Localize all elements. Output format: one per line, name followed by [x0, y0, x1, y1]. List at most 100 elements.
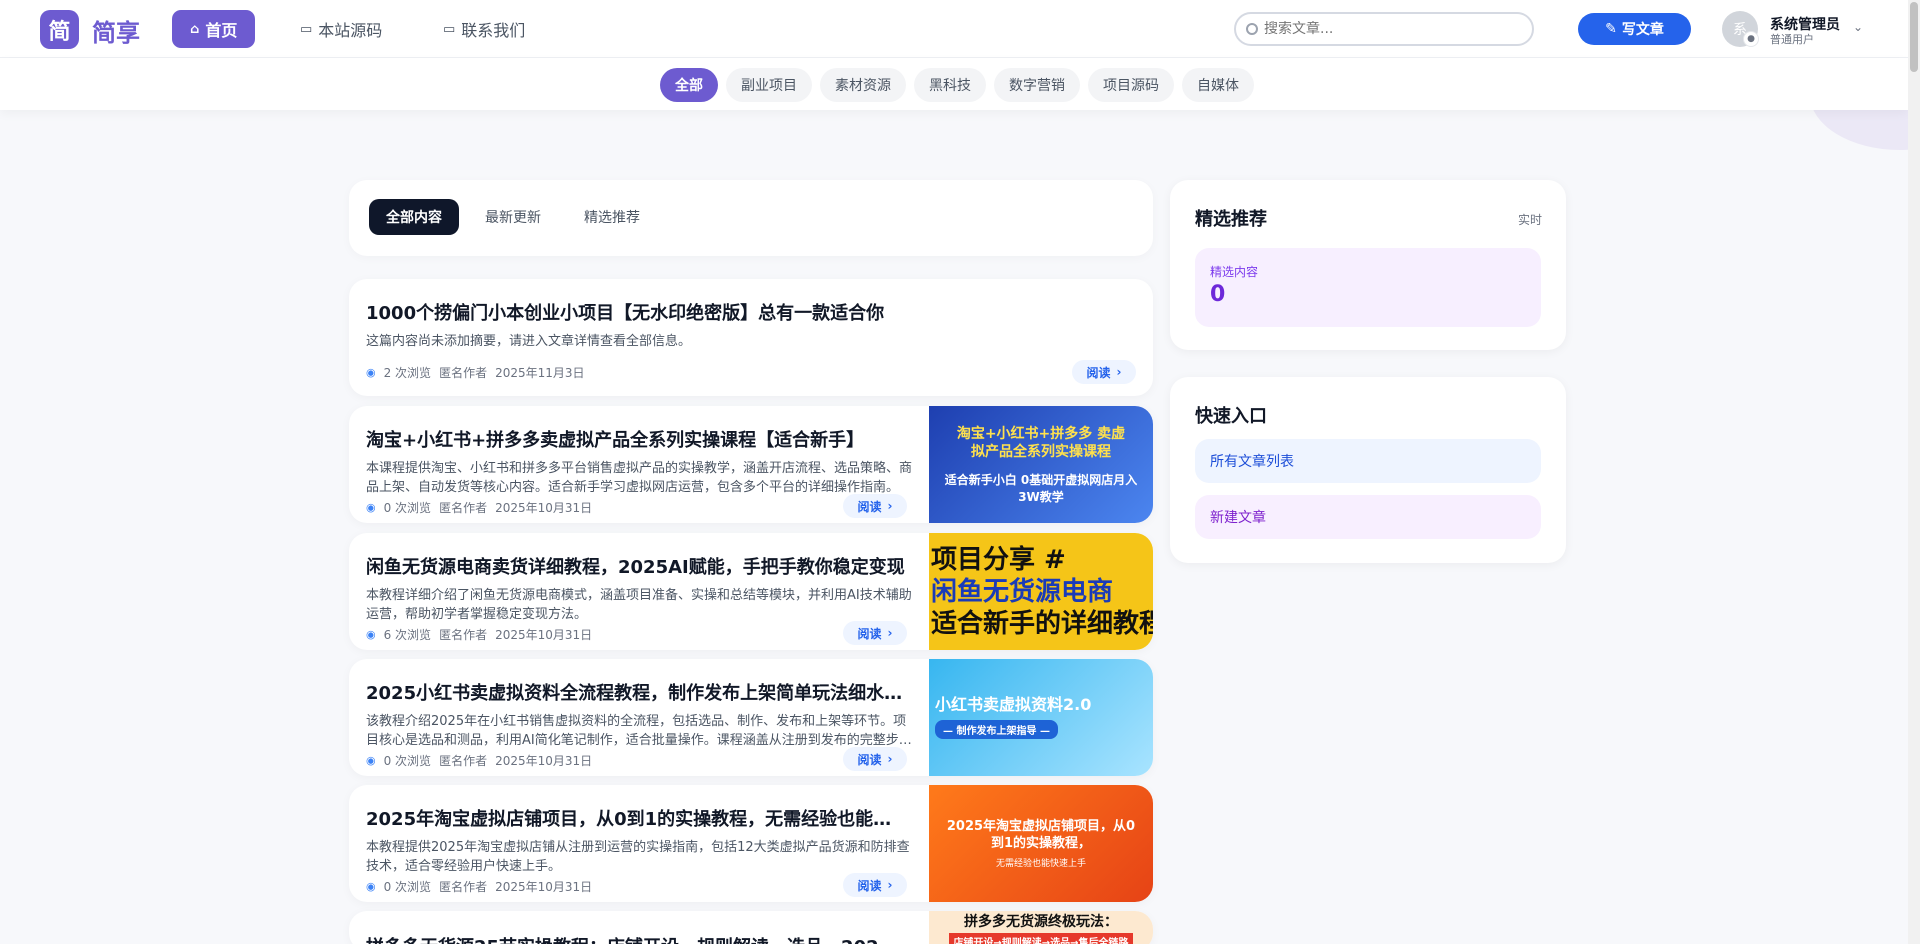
- site-logo-text[interactable]: 简享: [92, 13, 140, 48]
- nav-contact[interactable]: ▭ 联系我们: [425, 10, 543, 48]
- article-meta: ◉ 6 次浏览 匿名作者 2025年10月31日: [366, 626, 592, 643]
- view-count: 0 次浏览: [383, 501, 432, 515]
- thumbnail-text: 小红书卖虚拟资料2.0: [935, 695, 1092, 714]
- view-count: 0 次浏览: [383, 754, 432, 768]
- write-article-label: 写文章: [1621, 22, 1664, 38]
- article-title[interactable]: 拼多多无货源25节实操教程：店铺开设、规则解读、选品、2025售后全链路: [366, 933, 906, 944]
- author: 匿名作者: [439, 628, 488, 642]
- nav-contact-label: 联系我们: [461, 21, 526, 40]
- view-count: 6 次浏览: [383, 628, 432, 642]
- top-navbar: 简 简享 ⌂ 首页 ▭ 本站源码 ▭ 联系我们 ✎ 写文章 系 ● 系统管理员 …: [0, 0, 1908, 58]
- category-materials[interactable]: 素材资源: [820, 68, 906, 102]
- folder-icon: ▭: [443, 21, 456, 37]
- category-self-media[interactable]: 自媒体: [1182, 68, 1254, 102]
- category-project-source[interactable]: 项目源码: [1088, 68, 1174, 102]
- read-button[interactable]: 阅读 ›: [843, 747, 907, 771]
- article-title[interactable]: 1000个捞偏门小本创业小项目【无水印绝密版】总有一款适合你: [366, 299, 1126, 325]
- search-input[interactable]: [1264, 21, 1514, 37]
- article-title[interactable]: 2025小红书卖虚拟资料全流程教程，制作发布上架简单玩法细水长流: [366, 679, 906, 705]
- read-label: 阅读: [857, 626, 882, 641]
- chevron-right-icon: ›: [1116, 365, 1122, 379]
- author: 匿名作者: [439, 501, 488, 515]
- article-title[interactable]: 闲鱼无货源电商卖货详细教程，2025AI赋能，手把手教你稳定变现: [366, 553, 906, 579]
- thumbnail-subtext: 店铺开设→规则解读→选品→售后全链路: [949, 933, 1133, 944]
- thumbnail-text: 拼多多无货源终极玩法：: [964, 914, 1118, 930]
- publish-date: 2025年11月3日: [495, 366, 585, 380]
- nav-source[interactable]: ▭ 本站源码: [282, 10, 400, 48]
- category-all[interactable]: 全部: [660, 68, 718, 102]
- featured-panel: 精选推荐 实时 精选内容 0: [1170, 180, 1566, 350]
- eye-icon: ◉: [366, 501, 376, 514]
- content-tabs: 全部内容 最新更新 精选推荐: [349, 180, 1153, 256]
- thumbnail-text: 2025年淘宝虚拟店铺项目，从0到1的实操教程，: [946, 819, 1136, 851]
- thumbnail-subtext: 闲鱼无货源电商: [931, 576, 1114, 607]
- chevron-right-icon: ›: [887, 752, 893, 766]
- chevron-right-icon: ›: [887, 878, 893, 892]
- article-summary: 本教程详细介绍了闲鱼无货源电商模式，涵盖项目准备、实操和总结等模块，并利用AI技…: [366, 588, 912, 622]
- article-meta: ◉ 0 次浏览 匿名作者 2025年10月31日: [366, 878, 592, 895]
- article-card[interactable]: 淘宝+小红书+拼多多卖虚拟产品全系列实操课程【适合新手】 本课程提供淘宝、小红书…: [349, 406, 1153, 523]
- thumbnail-subtext: 适合新手小白 0基础开虚拟网店月入3W教学: [944, 472, 1138, 504]
- tab-featured[interactable]: 精选推荐: [567, 199, 657, 235]
- article-thumbnail[interactable]: 小红书卖虚拟资料2.0 — 制作发布上架指导 —: [929, 659, 1153, 776]
- article-summary: 该教程介绍2025年在小红书销售虚拟资料的全流程，包括选品、制作、发布和上架等环…: [366, 714, 907, 748]
- tab-latest[interactable]: 最新更新: [468, 199, 558, 235]
- scrollbar-thumb[interactable]: [1910, 2, 1918, 72]
- category-black-tech[interactable]: 黑科技: [914, 68, 986, 102]
- article-thumbnail[interactable]: 项目分享 # 闲鱼无货源电商 适合新手的详细教程: [929, 533, 1153, 650]
- read-button[interactable]: 阅读 ›: [843, 494, 907, 518]
- article-thumbnail[interactable]: 2025年淘宝虚拟店铺项目，从0到1的实操教程， 无需经验也能快速上手: [929, 785, 1153, 902]
- article-meta: ◉ 0 次浏览 匿名作者 2025年10月31日: [366, 752, 592, 769]
- author: 匿名作者: [439, 754, 488, 768]
- home-icon: ⌂: [190, 21, 200, 37]
- user-role: 普通用户: [1770, 33, 1814, 46]
- thumbnail-caption: 适合新手的详细教程: [931, 608, 1153, 639]
- chevron-down-icon[interactable]: ⌄: [1853, 20, 1863, 34]
- article-title[interactable]: 淘宝+小红书+拼多多卖虚拟产品全系列实操课程【适合新手】: [366, 426, 906, 452]
- user-badge-icon: ●: [1743, 31, 1759, 47]
- article-card[interactable]: 2025小红书卖虚拟资料全流程教程，制作发布上架简单玩法细水长流 该教程介绍20…: [349, 659, 1153, 776]
- article-thumbnail[interactable]: 淘宝+小红书+拼多多 卖虚拟产品全系列实操课程 适合新手小白 0基础开虚拟网店月…: [929, 406, 1153, 523]
- read-label: 阅读: [1086, 365, 1111, 380]
- article-card[interactable]: 2025年淘宝虚拟店铺项目，从0到1的实操教程，无需经验也能快速上手 本教程提供…: [349, 785, 1153, 902]
- tab-all-content[interactable]: 全部内容: [369, 199, 459, 235]
- search-icon: [1246, 23, 1258, 35]
- eye-icon: ◉: [366, 628, 376, 641]
- quick-links-title: 快速入口: [1195, 406, 1267, 427]
- featured-stat: 精选内容 0: [1195, 248, 1541, 327]
- article-card[interactable]: 闲鱼无货源电商卖货详细教程，2025AI赋能，手把手教你稳定变现 本教程详细介绍…: [349, 533, 1153, 650]
- article-thumbnail[interactable]: 拼多多无货源终极玩法： 店铺开设→规则解读→选品→售后全链路: [929, 911, 1153, 944]
- write-article-button[interactable]: ✎ 写文章: [1578, 13, 1691, 45]
- publish-date: 2025年10月31日: [495, 628, 593, 642]
- article-card[interactable]: 1000个捞偏门小本创业小项目【无水印绝密版】总有一款适合你 这篇内容尚未添加摘…: [349, 279, 1153, 396]
- read-label: 阅读: [857, 878, 882, 893]
- thumbnail-text: 淘宝+小红书+拼多多 卖虚拟产品全系列实操课程: [956, 425, 1126, 460]
- article-summary: 这篇内容尚未添加摘要，请进入文章详情查看全部信息。: [366, 334, 692, 349]
- view-count: 2 次浏览: [383, 366, 432, 380]
- article-meta: ◉ 2 次浏览 匿名作者 2025年11月3日: [366, 364, 585, 381]
- category-bar: 全部 副业项目 素材资源 黑科技 数字营销 项目源码 自媒体: [0, 58, 1908, 110]
- eye-icon: ◉: [366, 754, 376, 767]
- author: 匿名作者: [439, 880, 488, 894]
- publish-date: 2025年10月31日: [495, 880, 593, 894]
- new-article-link[interactable]: 新建文章: [1195, 495, 1541, 539]
- read-button[interactable]: 阅读 ›: [843, 873, 907, 897]
- read-button[interactable]: 阅读 ›: [1072, 360, 1136, 384]
- read-button[interactable]: 阅读 ›: [843, 621, 907, 645]
- category-side-business[interactable]: 副业项目: [726, 68, 812, 102]
- article-title[interactable]: 2025年淘宝虚拟店铺项目，从0到1的实操教程，无需经验也能快速上手: [366, 805, 906, 831]
- view-count: 0 次浏览: [383, 880, 432, 894]
- stat-value: 0: [1210, 282, 1226, 307]
- search-box[interactable]: [1234, 12, 1534, 46]
- scrollbar-track[interactable]: [1908, 0, 1920, 944]
- nav-home[interactable]: ⌂ 首页: [172, 10, 256, 48]
- article-meta: ◉ 0 次浏览 匿名作者 2025年10月31日: [366, 499, 592, 516]
- quick-links-panel: 快速入口 所有文章列表 新建文章: [1170, 377, 1566, 563]
- all-articles-link[interactable]: 所有文章列表: [1195, 439, 1541, 483]
- logo-mark[interactable]: 简: [40, 10, 79, 49]
- article-card[interactable]: 拼多多无货源25节实操教程：店铺开设、规则解读、选品、2025售后全链路 拼多多…: [349, 911, 1153, 944]
- category-digital-marketing[interactable]: 数字营销: [994, 68, 1080, 102]
- author: 匿名作者: [439, 366, 488, 380]
- realtime-badge: 实时: [1517, 213, 1542, 227]
- thumbnail-text: 项目分享 #: [931, 544, 1066, 575]
